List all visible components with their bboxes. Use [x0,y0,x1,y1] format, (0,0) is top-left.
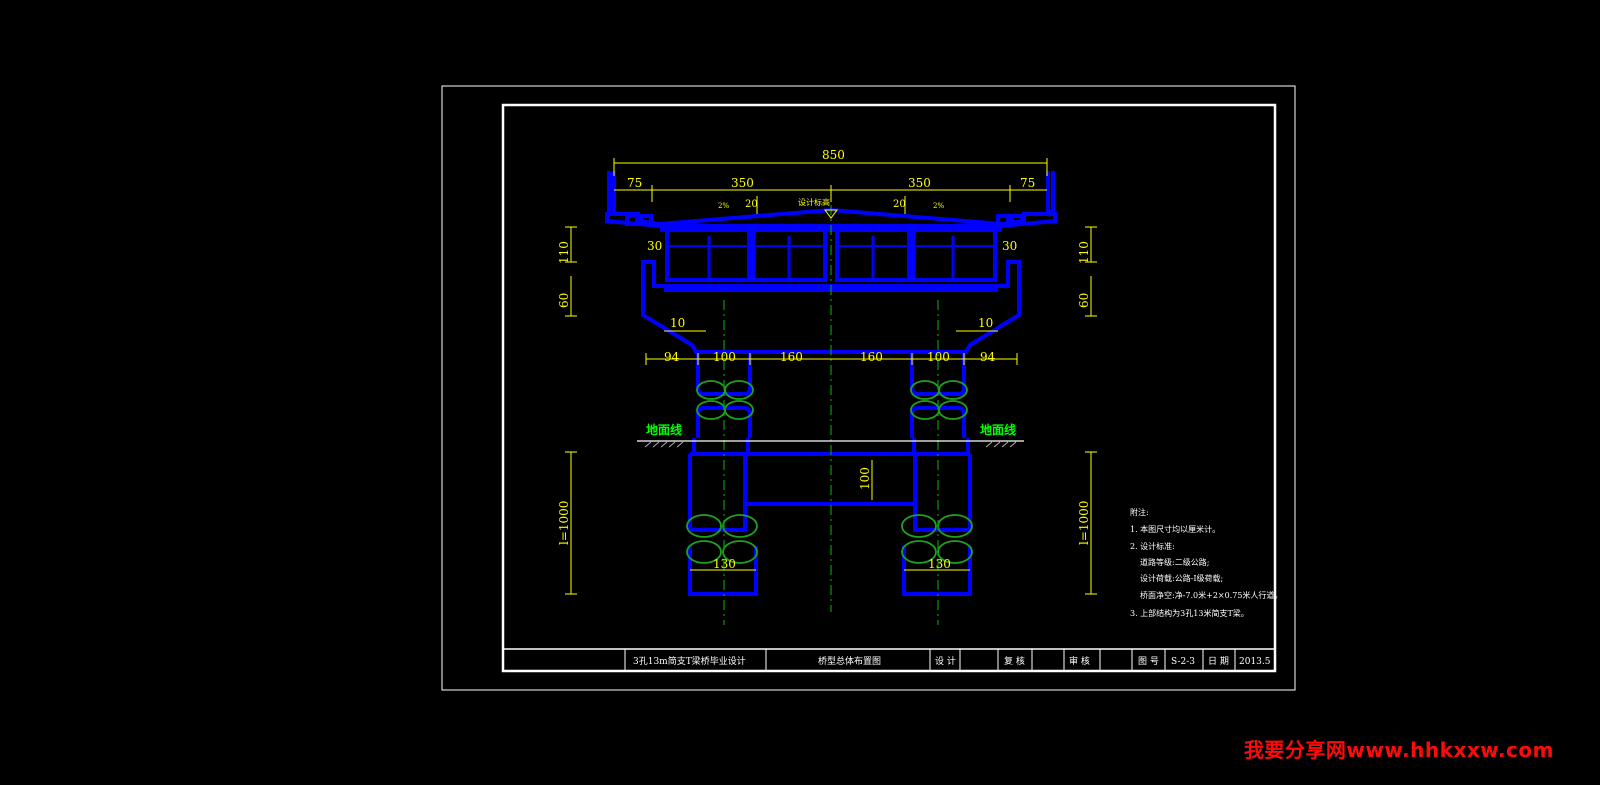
dim-half-right: 350 [908,176,931,190]
title-project: 3孔13m简支T梁桥毕业设计 [633,655,746,667]
title-block: 3孔13m简支T梁桥毕业设计 桥型总体布置图 设 计 复 核 审 核 图 号 S… [502,648,1276,672]
cad-drawing: 地面线 地面线 850 75 350 350 75 20 20 设计标高 2% … [441,85,1296,691]
title-drawing-no-label: 图 号 [1138,656,1159,667]
dim-cap-end-left: 30 [647,239,662,253]
note-line-1: 1. 本图尺寸均以厘米计。 [1130,524,1220,534]
design-elevation-label: 设计标高 [798,197,830,207]
railing-right [1046,171,1055,214]
dim-tie-beam: 100 [858,467,872,490]
title-design-label: 设 计 [935,655,956,667]
watermark-text: 我要分享网www.hhkxxw.com [1243,738,1554,762]
dim-pile-dia-right: 130 [928,557,951,571]
dim-slope-left: 2% [718,202,729,210]
notes: 附注: 1. 本图尺寸均以厘米计。 2. 设计标准: 道路等级:二级公路; 设计… [1130,507,1282,618]
drawing-canvas: 地面线 地面线 850 75 350 350 75 20 20 设计标高 2% … [0,0,1600,781]
dim-pile-dia-left: 130 [713,557,736,571]
note-line-3: 道路等级:二级公路; [1140,557,1209,567]
dim-sidewalk-right: 75 [1020,176,1035,190]
dim-slab-right: 20 [893,199,906,210]
dim-bot-160-right: 160 [860,350,883,364]
dim-bot-94-left: 94 [664,350,680,364]
title-check-label: 复 核 [1004,655,1025,667]
dim-height-top-left: 110 [557,241,571,264]
note-line-2: 2. 设计标准: [1130,541,1175,551]
dim-sidewalk-left: 75 [627,176,642,190]
dim-height-cap-right: 60 [1077,293,1091,308]
t-beam-left-outer [665,228,751,282]
notes-heading: 附注: [1130,507,1149,517]
dim-slope-right: 2% [933,202,944,210]
t-beam-right-inner [835,228,911,282]
dim-height-cap-left: 60 [557,293,571,308]
title-date: 2013.5 [1239,657,1271,667]
dim-half-left: 350 [731,176,754,190]
note-line-4: 设计荷载:公路-I级荷载; [1140,573,1223,583]
dim-pile-len-right: l=1000 [1077,501,1091,545]
dim-bot-100-right: 100 [927,350,950,364]
dim-pile-len-left: l=1000 [557,501,571,545]
t-beam-right-outer [911,228,997,282]
ground-label-left: 地面线 [646,422,682,437]
ground-label-right: 地面线 [980,422,1016,437]
dim-bot-100-left: 100 [713,350,736,364]
title-drawing: 桥型总体布置图 [818,655,881,667]
title-date-label: 日 期 [1208,656,1229,667]
dim-chamfer-left: 10 [670,316,685,330]
tie-beam-box [743,452,917,506]
note-line-6: 3. 上部结构为3孔13米简支T梁。 [1130,608,1249,618]
title-review-label: 审 核 [1069,655,1090,667]
title-drawing-no: S-2-3 [1171,657,1195,667]
t-beam-left-inner [751,228,827,282]
dim-cap-end-right: 30 [1002,239,1017,253]
dim-chamfer-right: 10 [978,316,993,330]
dim-height-top-right: 110 [1077,241,1091,264]
dim-slab-left: 20 [745,199,758,210]
curb-blocks-left [625,214,653,226]
note-line-5: 桥面净空:净-7.0米+2×0.75米人行道。 [1140,590,1282,600]
dim-overall: 850 [822,148,845,162]
dim-bot-94-right: 94 [980,350,996,364]
dim-bot-160-left: 160 [780,350,803,364]
railing-left [607,171,616,214]
